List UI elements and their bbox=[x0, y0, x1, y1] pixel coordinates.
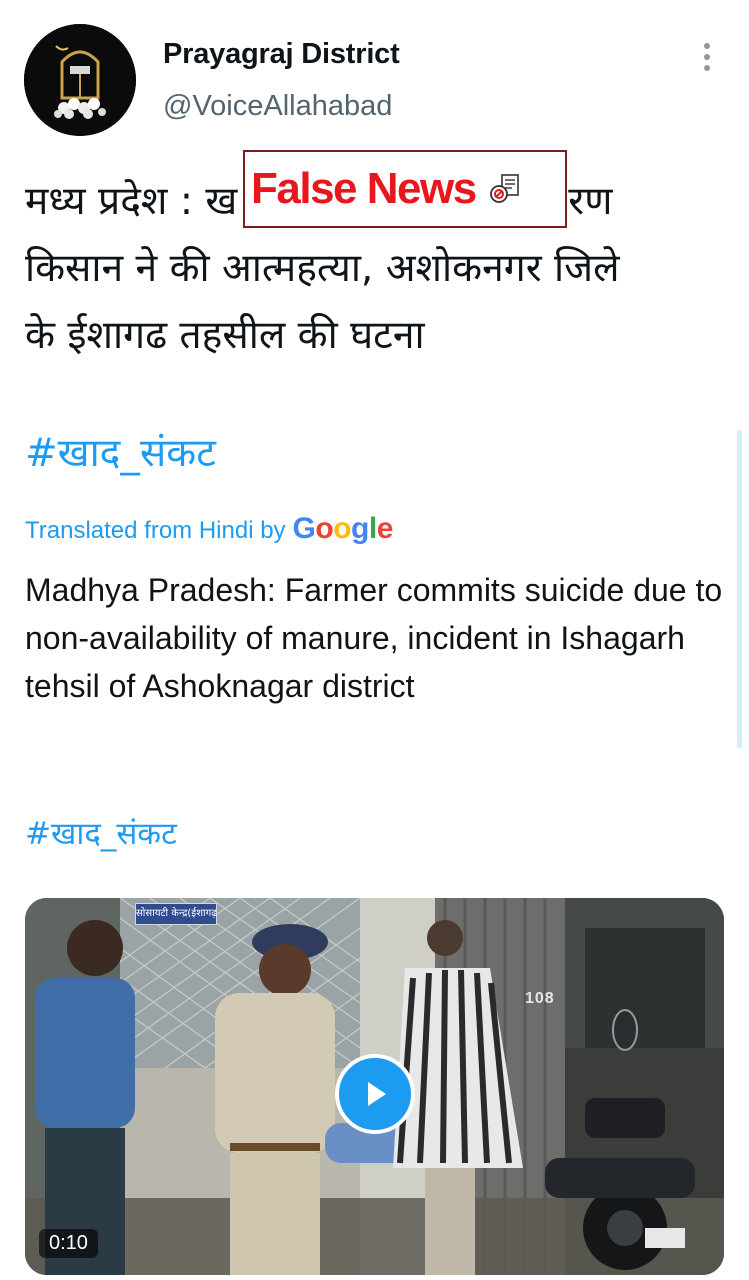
more-dot bbox=[704, 43, 710, 49]
fact-check-icon bbox=[489, 174, 519, 203]
tweet-text-line: के ईशागढ तहसील की घटना bbox=[25, 313, 425, 358]
hashtag-link-2[interactable]: #खाद_संकट bbox=[25, 812, 177, 854]
avatar[interactable] bbox=[24, 24, 136, 136]
tweet-page: Prayagraj District @VoiceAllahabad मध्य … bbox=[0, 0, 749, 1280]
false-news-stamp: False News bbox=[243, 150, 567, 228]
hashtag-link[interactable]: #खाद_संकट bbox=[25, 425, 216, 478]
false-news-label: False News bbox=[251, 164, 477, 213]
scrollbar[interactable] bbox=[737, 430, 742, 748]
translated-text: Madhya Pradesh: Farmer commits suicide d… bbox=[25, 572, 723, 704]
display-name[interactable]: Prayagraj District bbox=[163, 38, 400, 71]
translated-by: Translated from Hindi by Google bbox=[25, 512, 393, 546]
video-duration: 0:10 bbox=[39, 1229, 98, 1258]
more-dot bbox=[704, 65, 710, 71]
play-icon bbox=[368, 1082, 386, 1106]
more-dot bbox=[704, 54, 710, 60]
video-door-number: 108 bbox=[525, 990, 555, 1007]
tweet-text-line-1-tail: रण bbox=[568, 179, 613, 224]
tweet-text-line-1-head: मध्य प्रदेश : ख bbox=[25, 179, 238, 224]
video-player[interactable]: सोसायटी केन्द्र(ईशागढ़) 108 0:10 bbox=[25, 898, 724, 1275]
play-button[interactable] bbox=[335, 1054, 415, 1134]
tweet-text-line: किसान ने की आत्महत्या, अशोकनगर जिले bbox=[25, 246, 620, 291]
translated-label: Translated from Hindi by bbox=[25, 517, 286, 544]
more-vertical-icon[interactable] bbox=[690, 40, 724, 74]
user-handle[interactable]: @VoiceAllahabad bbox=[163, 90, 392, 123]
video-sign: सोसायटी केन्द्र(ईशागढ़) bbox=[135, 903, 217, 925]
avatar-image bbox=[24, 24, 136, 136]
google-logo: Google bbox=[292, 512, 394, 545]
